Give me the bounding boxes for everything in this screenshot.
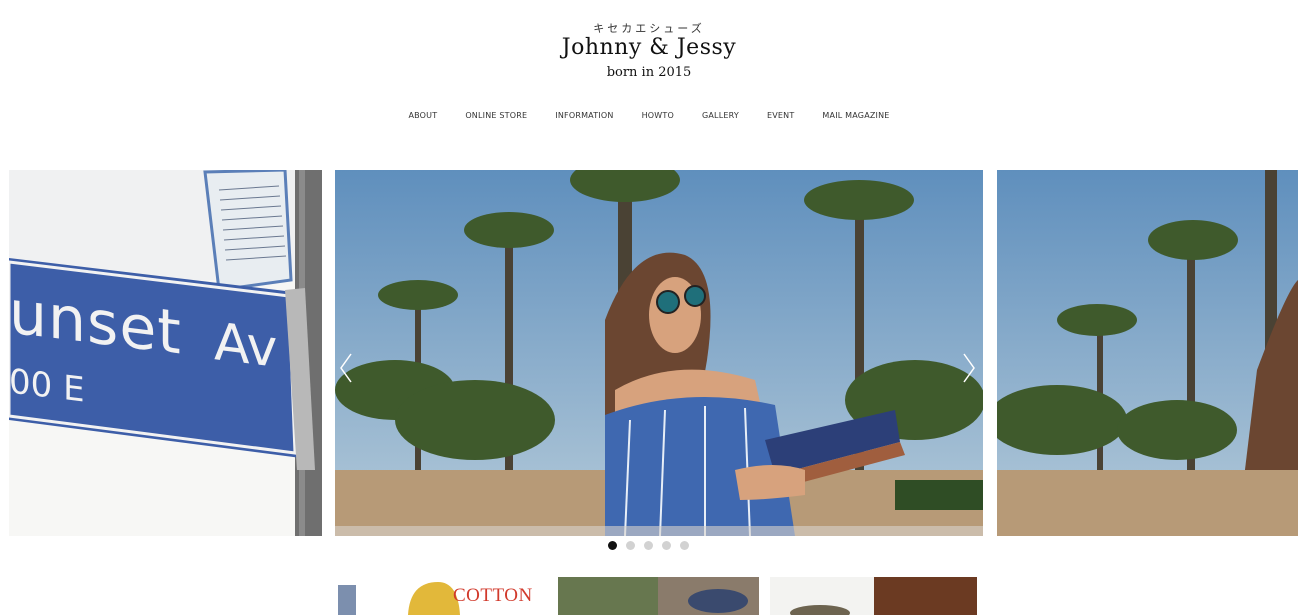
slider-dot-3[interactable] <box>644 541 653 550</box>
logo-brand-name: Johnny & Jessy <box>561 35 737 60</box>
logo-kana: キセカエシューズ <box>593 22 705 35</box>
cotton-caption: COTTON <box>453 585 533 606</box>
slider-pagination <box>608 541 689 550</box>
sign-text-av: Av <box>214 312 278 380</box>
shoes-brown-image <box>770 577 977 615</box>
beach-palms-image <box>997 170 1298 536</box>
nav-item-mail-magazine[interactable]: MAIL MAGAZINE <box>822 109 889 122</box>
beach-photo-image <box>335 170 983 536</box>
slide-beach-palms[interactable] <box>997 170 1298 536</box>
chevron-right-icon <box>963 353 975 383</box>
nav-item-gallery[interactable]: GALLERY <box>702 109 739 122</box>
logo-tagline: born in 2015 <box>606 65 692 80</box>
slide-beach-woman[interactable] <box>335 170 983 536</box>
nav-item-information[interactable]: INFORMATION <box>555 109 613 122</box>
slider-next-button[interactable] <box>961 350 977 386</box>
thumbnail-cotton[interactable]: COTTON <box>338 577 546 615</box>
thumbnail-shoes-green[interactable] <box>558 577 759 615</box>
slider-dot-4[interactable] <box>662 541 671 550</box>
slide-street-sign[interactable]: unset Av 00 E <box>9 170 322 536</box>
thumbnail-shoes-brown[interactable] <box>770 577 977 615</box>
chevron-left-icon <box>340 353 352 383</box>
slider-prev-button[interactable] <box>338 350 354 386</box>
slider-dot-1[interactable] <box>608 541 617 550</box>
nav-item-online-store[interactable]: ONLINE STORE <box>465 109 527 122</box>
nav-item-about[interactable]: ABOUT <box>408 109 437 122</box>
shoes-green-image <box>558 577 759 615</box>
slider-dot-5[interactable] <box>680 541 689 550</box>
slider-dot-2[interactable] <box>626 541 635 550</box>
nav-item-howto[interactable]: HOWTO <box>642 109 674 122</box>
hero-slider[interactable]: unset Av 00 E <box>0 170 1298 536</box>
nav-item-event[interactable]: EVENT <box>767 109 794 122</box>
main-navigation: ABOUT ONLINE STORE INFORMATION HOWTO GAL… <box>0 109 1298 122</box>
